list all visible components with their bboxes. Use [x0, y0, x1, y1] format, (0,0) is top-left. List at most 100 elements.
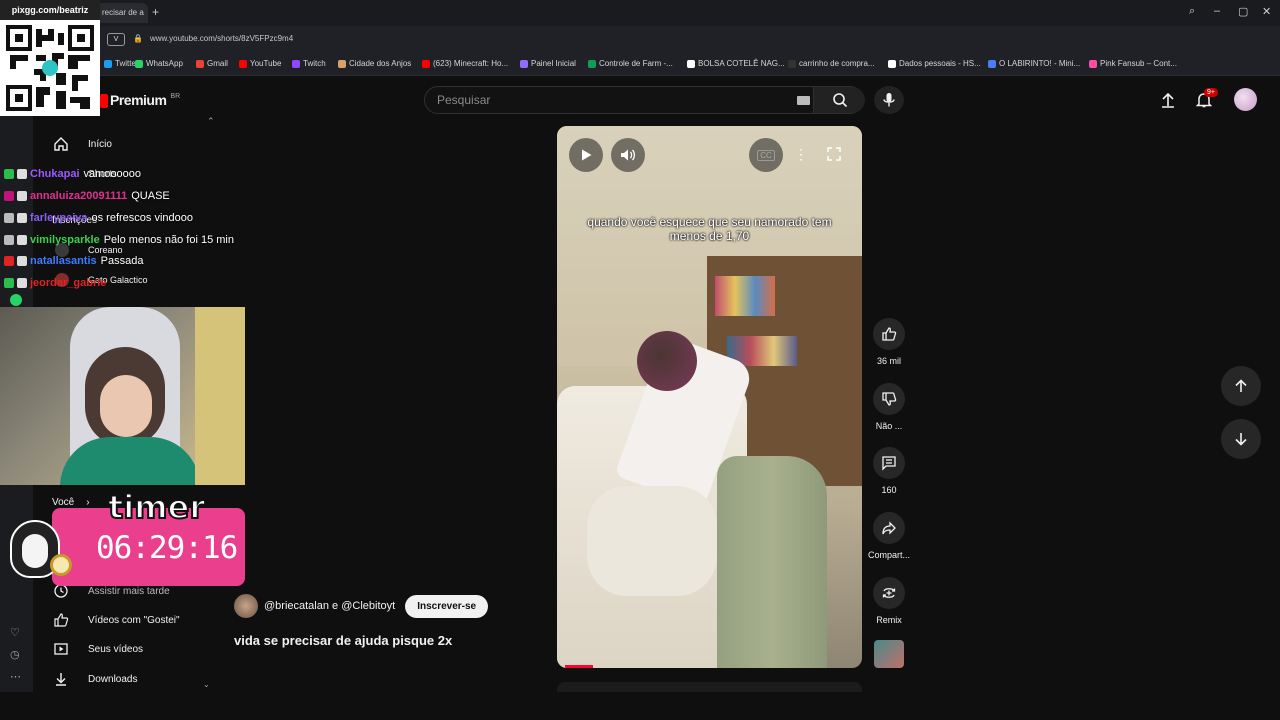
bookmark-favicon-icon: [239, 59, 247, 68]
like-button[interactable]: [873, 318, 905, 350]
home-icon: [52, 135, 70, 153]
video-title[interactable]: vida se precisar de ajuda pisque 2x: [234, 633, 452, 648]
chat-badge-icon: [17, 278, 27, 288]
progress-bar[interactable]: [565, 665, 593, 668]
bookmark-item[interactable]: Gmail: [196, 59, 228, 68]
channel-avatar[interactable]: [234, 594, 258, 618]
url-field[interactable]: www.youtube.com/shorts/8zV5FPzc9m4: [150, 34, 293, 43]
search-button[interactable]: [813, 87, 865, 113]
lock-icon[interactable]: 🔒: [133, 34, 143, 43]
mic-icon: [883, 93, 895, 107]
create-button[interactable]: [1159, 91, 1177, 114]
sidebar-item-home[interactable]: Início: [52, 133, 112, 155]
account-avatar[interactable]: [1234, 88, 1257, 111]
comments-action[interactable]: 160: [868, 447, 910, 495]
person-hair: [637, 331, 697, 391]
play-icon: [582, 149, 592, 161]
remix-label: Remix: [876, 615, 902, 625]
voice-search-button[interactable]: [874, 86, 904, 114]
search-tabs-icon[interactable]: ⌕: [1189, 5, 1195, 18]
browser-tab[interactable]: recisar de a: [96, 3, 148, 23]
arrow-down-icon: [1235, 433, 1247, 446]
shorts-video-player[interactable]: CC ⋮ quando você esquece que seu namorad…: [557, 126, 862, 668]
remix-icon: [882, 588, 896, 598]
bookmark-item[interactable]: Controle de Farm -...: [588, 59, 673, 68]
chat-badge-icon: [4, 213, 14, 223]
more-icon[interactable]: ⋯: [10, 670, 21, 683]
chat-badge-icon: [4, 278, 14, 288]
bookmark-item[interactable]: O LABIRINTO! - Mini...: [988, 59, 1080, 68]
bookmark-item[interactable]: WhatsApp: [135, 59, 183, 68]
chat-badge-icon: [4, 191, 14, 201]
captions-button[interactable]: CC: [749, 138, 783, 172]
thumbs-up-icon: [882, 327, 897, 341]
maximize-icon[interactable]: ▢: [1238, 5, 1248, 18]
youtube-logo[interactable]: Premium BR: [100, 92, 180, 108]
bookmark-favicon-icon: [422, 59, 430, 68]
channel-name[interactable]: @briecatalan e @Clebitoyt: [264, 600, 395, 612]
volume-button[interactable]: [611, 138, 645, 172]
whatsapp-icon[interactable]: [10, 294, 22, 306]
timer-label: timer: [107, 487, 206, 527]
comments-button[interactable]: [873, 447, 905, 479]
version-badge[interactable]: V: [107, 33, 125, 46]
download-icon: [52, 670, 70, 688]
chat-message: jeordar_gabrie: [4, 274, 110, 292]
collapse-icon[interactable]: ⌃: [207, 116, 215, 127]
chat-message: annaluiza20091111 QUASE: [4, 187, 170, 205]
sidebar-item-your-videos[interactable]: Seus vídeos: [52, 638, 143, 660]
share-button[interactable]: [873, 512, 905, 544]
history-icon[interactable]: ◷: [10, 648, 20, 661]
bookmark-item[interactable]: Painel Inicial: [520, 59, 576, 68]
dislike-action[interactable]: Não ...: [868, 383, 910, 431]
chat-username: annaluiza20091111: [30, 190, 128, 202]
share-action[interactable]: Compart...: [868, 512, 910, 560]
books: [715, 276, 775, 316]
chat-text: Pelo menos não foi 15 min: [103, 234, 234, 246]
blanket: [587, 486, 717, 596]
close-window-icon[interactable]: ✕: [1262, 5, 1271, 18]
search-bar: Pesquisar: [424, 86, 865, 114]
chat-username: Chukapai: [30, 168, 80, 180]
bookmark-item[interactable]: BOLSA COTELÊ NAG...: [687, 59, 785, 68]
like-action[interactable]: 36 mil: [868, 318, 910, 366]
bookmark-item[interactable]: (623) Minecraft: Ho...: [422, 59, 508, 68]
search-icon: [832, 93, 847, 108]
bookmark-favicon-icon: [888, 59, 896, 68]
bookmark-item[interactable]: Pink Fansub – Cont...: [1089, 59, 1177, 68]
sound-thumbnail[interactable]: [874, 640, 904, 668]
bookmark-item[interactable]: Twitch: [292, 59, 326, 68]
bookmarks-bar: Twitter WhatsApp Gmail YouTube Twitch Cidade …: [0, 54, 1280, 76]
new-tab-icon[interactable]: +: [152, 5, 159, 19]
bookmark-item[interactable]: Dados pessoais - HS...: [888, 59, 981, 68]
next-video-button[interactable]: [1221, 419, 1261, 459]
keyboard-icon[interactable]: [797, 96, 810, 105]
sidebar-item-downloads[interactable]: Downloads: [52, 668, 137, 690]
sidebar-item-liked[interactable]: Vídeos com "Gostei": [52, 609, 180, 631]
minimize-icon[interactable]: –: [1214, 5, 1220, 17]
bookmark-favicon-icon: [687, 59, 695, 68]
heart-icon[interactable]: ♡: [10, 626, 20, 639]
notifications-button[interactable]: 9+: [1195, 88, 1218, 114]
webcam-feed: [0, 307, 245, 485]
search-input[interactable]: Pesquisar: [437, 93, 490, 107]
more-options-icon[interactable]: ⋮: [794, 146, 808, 163]
bookmark-item[interactable]: carrinho de compra...: [788, 59, 875, 68]
dislike-button[interactable]: [873, 383, 905, 415]
fullscreen-button[interactable]: [827, 147, 841, 166]
remix-button[interactable]: [873, 577, 905, 609]
chevron-right-icon: ›: [86, 496, 90, 508]
bookmark-item[interactable]: Cidade dos Anjos: [338, 59, 411, 68]
subscribe-button[interactable]: Inscrever-se: [405, 594, 489, 618]
play-button[interactable]: [569, 138, 603, 172]
thumbs-down-icon: [882, 392, 897, 406]
bookmark-favicon-icon: [588, 59, 596, 68]
previous-video-button[interactable]: [1221, 366, 1261, 406]
chat-username: jeordar_gabrie: [30, 277, 107, 289]
next-video-preview: [557, 682, 862, 692]
remix-action[interactable]: Remix: [868, 577, 910, 625]
chat-username: natallasantis: [30, 255, 97, 267]
chevron-down-icon[interactable]: ⌄: [203, 680, 210, 689]
bookmark-item[interactable]: YouTube: [239, 59, 281, 68]
bookmark-item[interactable]: Twitter: [104, 59, 139, 68]
